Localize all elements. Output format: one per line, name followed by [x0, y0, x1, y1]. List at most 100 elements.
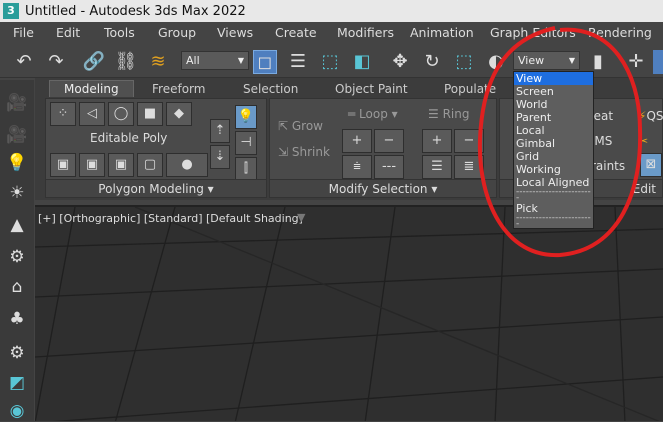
placement-icon[interactable]: ◐	[484, 50, 508, 74]
cut-icon[interactable]: ✂	[638, 134, 648, 148]
loop-shrink-icon[interactable]: −	[374, 129, 404, 153]
sub-object-1-icon[interactable]: ▣	[50, 153, 76, 177]
menu-views[interactable]: Views	[217, 25, 253, 40]
option-grid[interactable]: Grid	[514, 150, 593, 163]
loop-grow-icon[interactable]: +	[342, 129, 372, 153]
option-view[interactable]: View	[514, 72, 593, 85]
loop-button[interactable]: ═ Loop ▾	[348, 107, 398, 121]
swift-loop-icon[interactable]: ⊠	[640, 153, 662, 177]
ring-mode-icon[interactable]: ☰	[422, 155, 452, 179]
polygon-modeling-panel: ⁘ ◁ ◯ ■ ◆ Editable Poly ▣ ▣ ▣ ▢ ● ⇡ ⇣ 💡 …	[45, 98, 267, 198]
option-parent[interactable]: Parent	[514, 111, 593, 124]
bind-spacewarp-icon[interactable]: ≋	[146, 50, 170, 74]
reference-coordinate-menu: View Screen World Parent Local Gimbal Gr…	[513, 71, 594, 229]
foliage-icon[interactable]: ♣	[6, 308, 28, 330]
option-local[interactable]: Local	[514, 124, 593, 137]
camera-icon[interactable]: 🎥	[6, 92, 28, 114]
rotate-icon[interactable]: ↻	[420, 50, 444, 74]
redo-icon[interactable]: ↷	[44, 50, 68, 74]
polygon-modeling-label[interactable]: Polygon Modeling ▾	[46, 179, 266, 197]
gear-icon[interactable]: ⚙	[6, 342, 28, 364]
modify-selection-label[interactable]: Modify Selection ▾	[270, 179, 496, 197]
menu-separator: ------------------------	[516, 215, 591, 228]
link-icon[interactable]: 🔗	[82, 50, 106, 74]
option-gimbal[interactable]: Gimbal	[514, 137, 593, 150]
border-icon[interactable]: ◯	[108, 102, 134, 126]
menu-group[interactable]: Group	[158, 25, 196, 40]
element-icon[interactable]: ◆	[166, 102, 192, 126]
polygon-icon[interactable]: ■	[137, 102, 163, 126]
vertex-icon[interactable]: ⁘	[50, 102, 76, 126]
undo-icon[interactable]: ↶	[12, 50, 36, 74]
qs-label: QS	[646, 109, 663, 123]
utilities-icon[interactable]: ◉	[6, 400, 28, 422]
menu-bar: File Edit Tools Group Views Create Modif…	[0, 22, 663, 44]
ring-all-icon[interactable]: ≣	[454, 155, 484, 179]
edge-icon[interactable]: ◁	[79, 102, 105, 126]
viewport[interactable]: [+] [Orthographic] [Standard] [Default S…	[35, 205, 663, 421]
filter-icon[interactable]: ▼	[297, 211, 305, 224]
loop-mode-icon[interactable]: ⩧	[342, 155, 372, 179]
menu-graph-editors[interactable]: Graph Editors	[490, 25, 576, 40]
tab-object-paint[interactable]: Object Paint	[335, 82, 408, 96]
menu-animation[interactable]: Animation	[410, 25, 474, 40]
ring-label: Ring	[442, 107, 470, 121]
selection-filter-dropdown[interactable]: All ▼	[181, 51, 249, 70]
tab-populate[interactable]: Populate	[444, 82, 496, 96]
sub-object-4-icon[interactable]: ▢	[137, 153, 163, 177]
sub-object-5-icon[interactable]: ●	[166, 153, 208, 177]
tree-icon[interactable]: ▲	[6, 214, 28, 236]
tab-modeling[interactable]: Modeling	[49, 80, 134, 97]
menu-separator: ------------------------	[516, 189, 591, 202]
grow-button[interactable]: ⇱ Grow	[278, 119, 323, 133]
menu-edit[interactable]: Edit	[56, 25, 80, 40]
unlink-icon[interactable]: ⛓	[114, 50, 138, 74]
quickslice-button[interactable]: ⚡QS	[638, 109, 663, 123]
camera-add-icon[interactable]: 🎥	[6, 124, 28, 146]
configure-icon[interactable]: ⫿	[235, 157, 257, 181]
modifier-icon[interactable]: ⚙	[6, 246, 28, 268]
show-result-icon[interactable]: 💡	[235, 105, 257, 129]
sun-icon[interactable]: ☀	[6, 182, 28, 204]
sub-object-2-icon[interactable]: ▣	[79, 153, 105, 177]
scale-icon[interactable]: ⬚	[452, 50, 476, 74]
viewport-grid	[35, 207, 663, 421]
menu-tools[interactable]: Tools	[104, 25, 135, 40]
rectangular-region-icon[interactable]: ⬚	[318, 50, 342, 74]
option-pick[interactable]: Pick	[514, 202, 593, 215]
sub-object-3-icon[interactable]: ▣	[108, 153, 134, 177]
option-local-aligned[interactable]: Local Aligned	[514, 176, 593, 189]
tab-selection[interactable]: Selection	[243, 82, 298, 96]
option-screen[interactable]: Screen	[514, 85, 593, 98]
editable-poly-label: Editable Poly	[90, 131, 168, 145]
snap-toggle-icon[interactable]	[653, 50, 663, 74]
viewport-label[interactable]: [+] [Orthographic] [Standard] [Default S…	[38, 212, 303, 225]
menu-create[interactable]: Create	[275, 25, 317, 40]
loop-dotted-icon[interactable]: ---	[374, 155, 404, 179]
option-world[interactable]: World	[514, 98, 593, 111]
menu-file[interactable]: File	[13, 25, 34, 40]
window-crossing-icon[interactable]: ◧	[350, 50, 374, 74]
reference-coordinate-dropdown[interactable]: View ▼	[513, 51, 580, 70]
display-icon[interactable]: ◩	[6, 372, 28, 394]
ref-coord-value: View	[518, 54, 545, 67]
move-icon[interactable]: ✥	[388, 50, 412, 74]
light-bulb-icon[interactable]: 💡	[6, 152, 28, 174]
select-by-name-icon[interactable]: ☰	[286, 50, 310, 74]
title-bar: 3 Untitled - Autodesk 3ds Max 2022	[0, 0, 663, 22]
option-working[interactable]: Working	[514, 163, 593, 176]
ring-button[interactable]: ☰ Ring	[428, 107, 469, 121]
menu-rendering[interactable]: Rendering	[588, 25, 652, 40]
stack-down-icon[interactable]: ⇣	[210, 145, 230, 169]
menu-modifiers[interactable]: Modifiers	[337, 25, 394, 40]
pin-stack-icon[interactable]: ⊣	[235, 131, 257, 155]
stack-up-icon[interactable]: ⇡	[210, 119, 230, 143]
ring-shrink-icon[interactable]: −	[454, 129, 484, 153]
tab-freeform[interactable]: Freeform	[152, 82, 205, 96]
select-manipulate-icon[interactable]: ✛	[624, 50, 648, 74]
shrink-button[interactable]: ⇲ Shrink	[278, 145, 330, 159]
ring-grow-icon[interactable]: +	[422, 129, 452, 153]
chevron-down-icon: ▼	[237, 56, 244, 65]
hierarchy-icon[interactable]: ⌂	[6, 276, 28, 298]
select-object-icon[interactable]: ◻	[253, 50, 277, 74]
